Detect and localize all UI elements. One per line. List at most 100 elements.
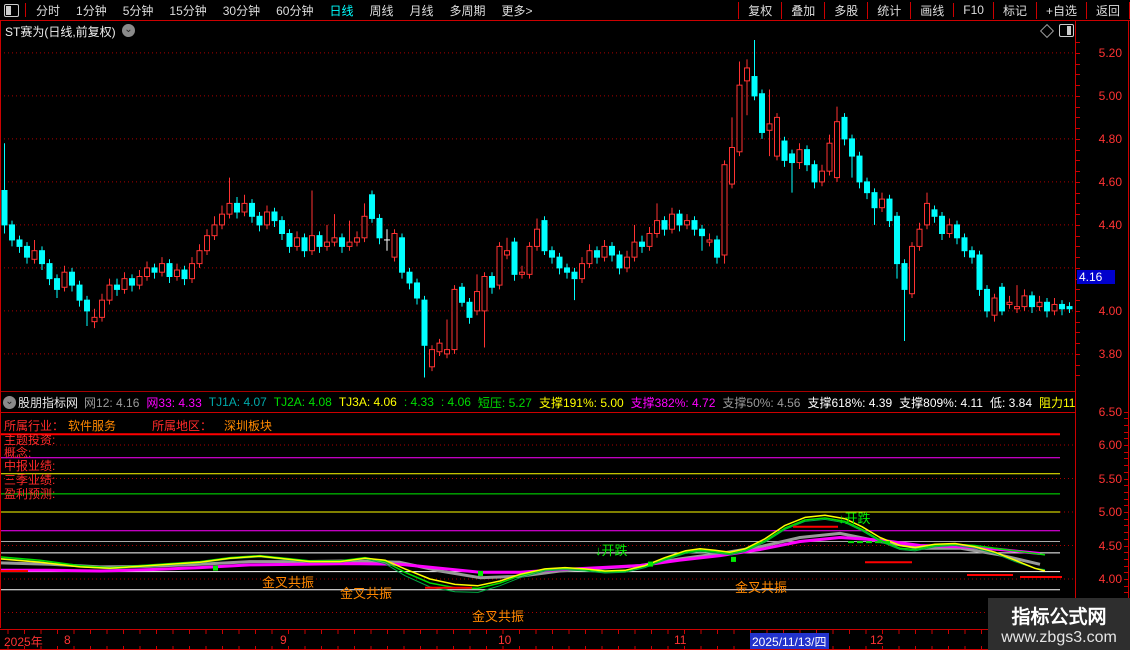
- annotation-2: 金叉共振: [472, 609, 524, 624]
- tool-item-8[interactable]: 返回: [1086, 2, 1130, 19]
- axis-tick: [1076, 354, 1080, 355]
- tool-item-3[interactable]: 统计: [867, 2, 910, 19]
- axis-tick: [1076, 246, 1080, 247]
- candlestick-chart: [0, 38, 1076, 390]
- time-label-0: 2025年: [4, 633, 43, 650]
- axis-tick: [1076, 311, 1080, 312]
- axis-tick: [1076, 343, 1080, 344]
- menu-item-6[interactable]: 日线: [321, 2, 361, 19]
- time-label-2: 9: [280, 633, 287, 647]
- price-axis-upper: 5.205.004.804.604.404.003.80: [1076, 38, 1128, 390]
- tool-item-1[interactable]: 叠加: [781, 2, 824, 19]
- axis-tick: [1076, 42, 1080, 43]
- status-item-6: : 4.06: [441, 395, 471, 409]
- top-menu-bar: 分时1分钟5分钟15分钟30分钟60分钟日线周线月线多周期更多> 复权叠加多股统…: [0, 0, 1130, 21]
- app-window: 分时1分钟5分钟15分钟30分钟60分钟日线周线月线多周期更多> 复权叠加多股统…: [0, 0, 1130, 650]
- menu-item-7[interactable]: 周线: [361, 2, 401, 19]
- watermark-title: 指标公式网: [988, 602, 1130, 629]
- axis-tick: [1076, 96, 1080, 97]
- menu-item-8[interactable]: 月线: [402, 2, 442, 19]
- info-row-5-0: 盈利预测:: [4, 485, 55, 502]
- menu-item-9[interactable]: 多周期: [442, 2, 494, 19]
- axis-tick: [1076, 214, 1080, 215]
- status-item-7: 短压: 5.27: [478, 394, 532, 411]
- status-item-9: 支撑382%: 4.72: [631, 394, 716, 411]
- selected-date-label: 2025/11/13/四: [750, 633, 829, 650]
- axis-tick: [1076, 107, 1080, 108]
- menu-item-3[interactable]: 15分钟: [161, 2, 214, 19]
- tool-item-2[interactable]: 多股: [824, 2, 867, 19]
- price-axis-lower: 6.50 6.00 5.50 5.00 4.50 4.00: [1076, 400, 1128, 628]
- status-item-5: : 4.33: [404, 395, 434, 409]
- axis-tick: [1076, 117, 1080, 118]
- status-item-8: 支撑191%: 5.00: [539, 394, 624, 411]
- y-label-4.8: 4.80: [1082, 132, 1122, 146]
- y-label-lower-5: 5.00: [1082, 505, 1122, 519]
- info-row-0-3: 深圳板块: [224, 417, 272, 434]
- axis-tick: [1076, 257, 1080, 258]
- annotation-4: ↓开跌: [595, 543, 628, 558]
- frame-left-border: [0, 20, 1, 628]
- y-label-3.8: 3.80: [1082, 347, 1122, 361]
- axis-tick: [1076, 85, 1080, 86]
- axis-tick: [1076, 225, 1080, 226]
- indicator-panel[interactable]: 金叉共振金叉共振金叉共振金叉共振↓开跌↓开跌 所属行业：软件服务所属地区：深圳板…: [0, 412, 1076, 628]
- axis-tick: [1076, 182, 1080, 183]
- status-item-3: TJ2A: 4.08: [274, 395, 332, 409]
- chevron-down-circle-icon[interactable]: ⌄: [122, 24, 135, 37]
- tool-item-5[interactable]: F10: [953, 3, 993, 17]
- y-label-4.4: 4.40: [1082, 218, 1122, 232]
- candlestick-panel[interactable]: [0, 38, 1076, 390]
- y-label-4: 4.00: [1082, 304, 1122, 318]
- tool-item-0[interactable]: 复权: [738, 2, 781, 19]
- tool-item-4[interactable]: 画线: [910, 2, 953, 19]
- y-label-5: 5.00: [1082, 89, 1122, 103]
- menu-item-1[interactable]: 1分钟: [68, 2, 115, 19]
- axis-tick: [1076, 128, 1080, 129]
- tool-item-6[interactable]: 标记: [993, 2, 1036, 19]
- window-split-icon[interactable]: [4, 4, 19, 17]
- y-label-lower-4.5: 4.50: [1082, 539, 1122, 553]
- y-label-lower-6: 6.00: [1082, 438, 1122, 452]
- annotation-3: 金叉共振: [735, 580, 787, 595]
- axis-tick: [1076, 139, 1080, 140]
- tools-menu: 复权叠加多股统计画线F10标记+自选返回: [738, 0, 1130, 20]
- layout-panel-icon[interactable]: [1059, 24, 1074, 37]
- time-label-1: 8: [64, 633, 71, 647]
- collapse-circle-icon[interactable]: ⌄: [3, 396, 16, 409]
- watermark: 指标公式网 www.zbgs3.com: [988, 598, 1130, 650]
- info-row-0-2: 所属地区：: [152, 417, 212, 434]
- axis-tick: [1076, 332, 1080, 333]
- status-item-11: 支撑618%: 4.39: [807, 394, 892, 411]
- menu-item-10[interactable]: 更多>: [494, 2, 541, 19]
- y-label-lower-5.5: 5.50: [1082, 472, 1122, 486]
- axis-tick: [1076, 150, 1080, 151]
- axis-tick: [1076, 322, 1080, 323]
- indicator-source: 股朋指标网: [18, 394, 78, 411]
- menu-item-4[interactable]: 30分钟: [215, 2, 268, 19]
- last-price-tag: 4.16: [1077, 270, 1115, 284]
- menu-separator: [25, 3, 26, 17]
- diamond-icon[interactable]: [1040, 24, 1054, 38]
- status-item-12: 支撑809%: 4.11: [899, 394, 983, 411]
- menu-item-0[interactable]: 分时: [28, 2, 68, 19]
- frame-right-border: [1128, 20, 1129, 650]
- axis-tick: [1076, 365, 1080, 366]
- tool-item-7[interactable]: +自选: [1036, 2, 1086, 19]
- annotation-1: 金叉共振: [340, 586, 392, 601]
- title-bar: ST赛为(日线,前复权) ⌄: [0, 21, 1130, 38]
- status-item-0: 网12: 4.16: [84, 394, 139, 411]
- y-label-lower-4: 4.00: [1082, 572, 1122, 586]
- y-label-lower-6.5: 6.50: [1082, 405, 1122, 419]
- annotation-0: 金叉共振: [262, 575, 314, 590]
- status-item-13: 低: 3.84: [990, 394, 1032, 411]
- frame-axis-border: [1075, 20, 1076, 629]
- status-item-4: TJ3A: 4.06: [339, 395, 397, 409]
- status-item-14: 阻力1191%: [1039, 394, 1076, 411]
- menu-item-5[interactable]: 60分钟: [268, 2, 321, 19]
- axis-tick: [1076, 171, 1080, 172]
- status-item-1: 网33: 4.33: [146, 394, 201, 411]
- menu-item-2[interactable]: 5分钟: [115, 2, 162, 19]
- time-label-4: 11: [674, 633, 686, 647]
- axis-tick: [1076, 74, 1080, 75]
